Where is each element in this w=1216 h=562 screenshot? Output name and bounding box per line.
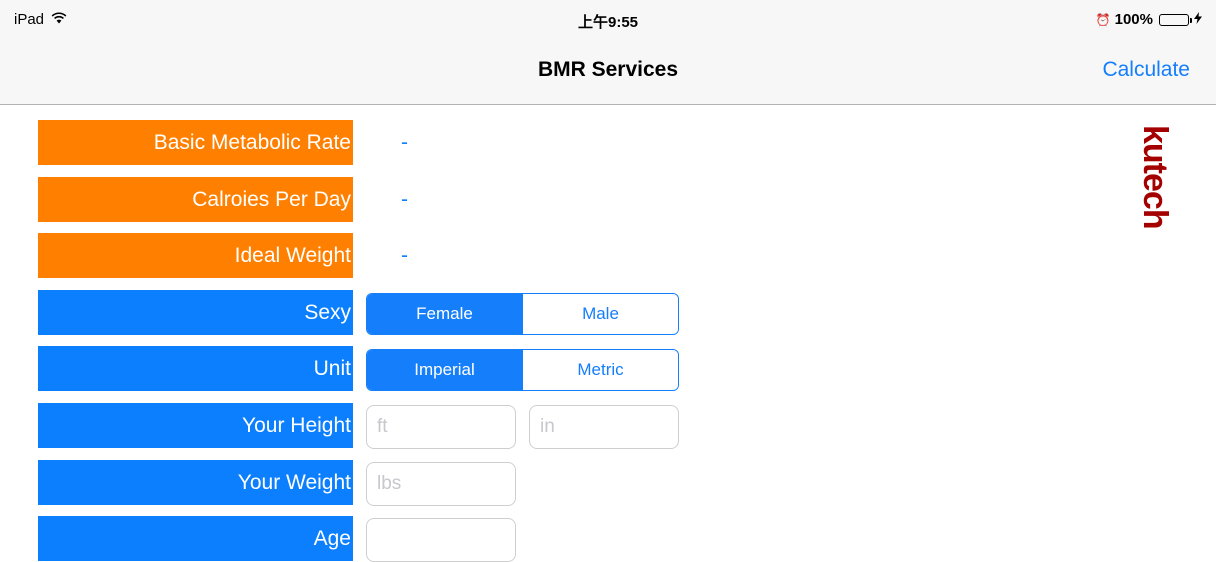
ideal-weight-value: -: [401, 244, 408, 267]
status-time: 上午9:55: [577, 14, 639, 31]
height-label: Your Height: [38, 403, 353, 448]
age-input[interactable]: [366, 518, 516, 562]
age-label: Age: [38, 516, 353, 561]
calories-label: Calroies Per Day: [38, 177, 353, 222]
kutech-logo: kutech: [1136, 125, 1174, 229]
battery-percent: 100%: [1114, 11, 1153, 28]
height-feet-input[interactable]: [366, 405, 516, 449]
sex-option-female[interactable]: Female: [367, 294, 522, 334]
weight-label: Your Weight: [38, 460, 353, 505]
unit-segmented-control[interactable]: Imperial Metric: [366, 349, 679, 391]
unit-option-imperial[interactable]: Imperial: [367, 350, 522, 390]
calculate-button[interactable]: Calculate: [1102, 58, 1190, 82]
navigation-bar: BMR Services Calculate: [0, 40, 1216, 104]
age-row: Age: [38, 516, 516, 562]
calories-value: -: [401, 188, 408, 211]
weight-input[interactable]: [366, 462, 516, 506]
sex-option-male[interactable]: Male: [522, 294, 678, 334]
unit-label: Unit: [38, 346, 353, 391]
charging-icon: [1194, 11, 1202, 28]
status-bar: iPad 上午9:55 ⏰ 100%: [0, 0, 1216, 40]
result-row-bmr: Basic Metabolic Rate -: [38, 120, 408, 165]
unit-option-metric[interactable]: Metric: [522, 350, 678, 390]
ideal-weight-label: Ideal Weight: [38, 233, 353, 278]
height-row: Your Height: [38, 403, 679, 449]
sex-row: Sexy Female Male: [38, 290, 679, 335]
weight-row: Your Weight: [38, 460, 516, 506]
unit-row: Unit Imperial Metric: [38, 346, 679, 391]
battery-icon: [1159, 13, 1192, 26]
bmr-value: -: [401, 131, 408, 154]
height-inches-input[interactable]: [529, 405, 679, 449]
sex-segmented-control[interactable]: Female Male: [366, 293, 679, 335]
bmr-label: Basic Metabolic Rate: [38, 120, 353, 165]
sex-label: Sexy: [38, 290, 353, 335]
result-row-ideal-weight: Ideal Weight -: [38, 233, 408, 278]
result-row-calories: Calroies Per Day -: [38, 177, 408, 222]
alarm-icon: ⏰: [1095, 12, 1111, 27]
page-title: BMR Services: [537, 58, 679, 81]
status-right: ⏰ 100%: [1096, 11, 1202, 28]
